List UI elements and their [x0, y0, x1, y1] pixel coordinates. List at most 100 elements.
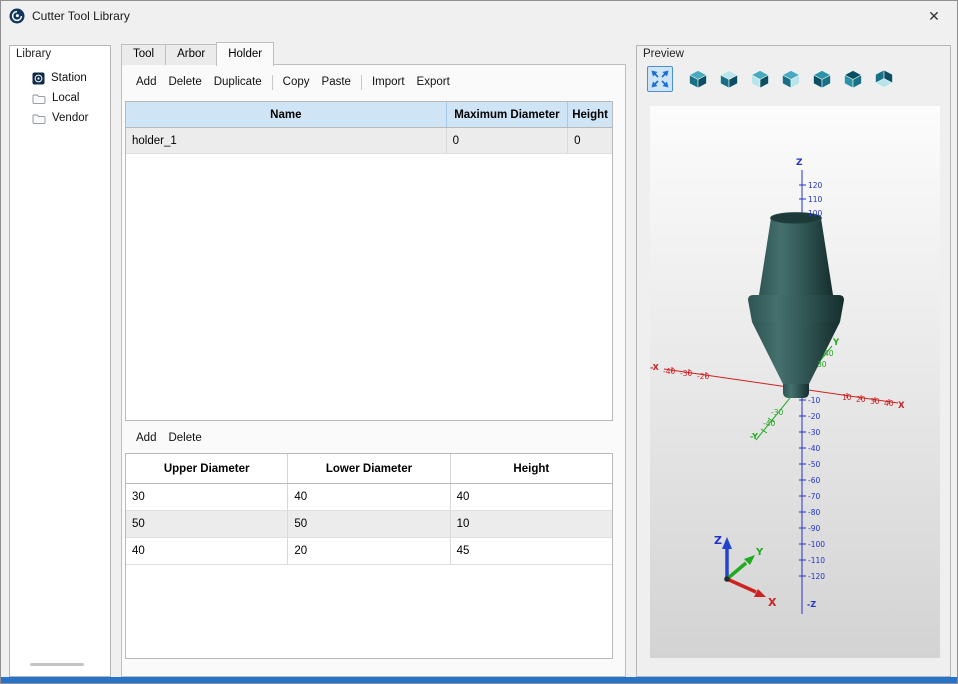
window-title: Cutter Tool Library	[32, 9, 130, 23]
view-left-icon	[811, 68, 833, 90]
column-header-height: Height	[451, 454, 612, 483]
view-right-icon	[780, 68, 802, 90]
preview-panel-label: Preview	[643, 48, 684, 60]
fit-view-button[interactable]	[647, 66, 673, 92]
close-button[interactable]: ✕	[919, 3, 949, 29]
import-button[interactable]: Import	[366, 73, 411, 91]
table-row[interactable]: 30 40 40	[126, 484, 612, 511]
svg-text:-30: -30	[808, 428, 820, 437]
library-panel-label: Library	[16, 48, 51, 60]
folder-icon	[32, 112, 46, 125]
table-cell: holder_1	[126, 128, 447, 153]
sidebar-item-label: Local	[52, 92, 80, 104]
tab-tool[interactable]: Tool	[121, 44, 166, 65]
segment-add-button[interactable]: Add	[130, 429, 162, 447]
paste-button[interactable]: Paste	[316, 73, 357, 91]
app-logo-icon	[9, 8, 25, 24]
triad-z-label: Z	[714, 534, 722, 547]
column-header-maximum-diameter: Maximum Diameter	[447, 102, 569, 127]
table-row[interactable]: 40 20 45	[126, 538, 612, 565]
neg-y-axis-label: -Y	[750, 432, 758, 441]
duplicate-button[interactable]: Duplicate	[208, 73, 268, 91]
segment-delete-button[interactable]: Delete	[162, 429, 207, 447]
svg-text:-60: -60	[808, 476, 820, 485]
delete-button[interactable]: Delete	[162, 73, 207, 91]
holder-table: Name Maximum Diameter Height holder_1 0 …	[125, 101, 613, 421]
neg-x-axis-label: -X	[650, 363, 660, 372]
svg-text:-30: -30	[680, 369, 692, 378]
svg-text:-40: -40	[663, 367, 675, 376]
preview-panel: Preview	[636, 45, 951, 677]
column-header-lower-diameter: Lower Diameter	[288, 454, 450, 483]
svg-text:-30: -30	[771, 408, 783, 417]
svg-text:-100: -100	[808, 540, 825, 549]
svg-text:40: 40	[884, 399, 894, 408]
holder-tab-pane: Add Delete Duplicate Copy Paste Import E…	[121, 64, 626, 677]
column-header-name: Name	[126, 102, 447, 127]
preview-3d-scene: Z -Z X -X Y -Y 120110100-10-20-30-40-50-…	[650, 106, 940, 658]
table-row[interactable]: 50 50 10	[126, 511, 612, 538]
view-front-button[interactable]	[747, 66, 773, 92]
svg-text:-120: -120	[808, 572, 825, 581]
svg-text:-80: -80	[808, 508, 820, 517]
export-button[interactable]: Export	[411, 73, 456, 91]
table-row[interactable]: holder_1 0 0	[126, 128, 612, 154]
sidebar-item-station[interactable]: Station	[10, 68, 110, 88]
tab-arbor[interactable]: Arbor	[165, 44, 217, 65]
background-window-strip	[1, 677, 957, 683]
column-header-upper-diameter: Upper Diameter	[126, 454, 288, 483]
table-cell: 0	[447, 128, 569, 153]
table-cell: 10	[451, 511, 612, 537]
add-button[interactable]: Add	[130, 73, 162, 91]
svg-text:-20: -20	[697, 372, 709, 381]
sidebar-item-vendor[interactable]: Vendor	[10, 108, 110, 128]
preview-toolbar	[647, 66, 897, 92]
sidebar-item-local[interactable]: Local	[10, 88, 110, 108]
view-front-icon	[749, 68, 771, 90]
view-left-button[interactable]	[809, 66, 835, 92]
table-cell: 0	[568, 128, 612, 153]
holder-toolbar: Add Delete Duplicate Copy Paste Import E…	[130, 73, 456, 91]
svg-text:-90: -90	[808, 524, 820, 533]
svg-text:20: 20	[856, 395, 866, 404]
view-top-icon	[718, 68, 740, 90]
station-logo-icon	[32, 72, 45, 85]
copy-button[interactable]: Copy	[277, 73, 316, 91]
cutter-tool-library-window: Cutter Tool Library ✕ Library Station Lo…	[0, 0, 958, 684]
svg-text:30: 30	[817, 360, 827, 369]
orientation-triad: Z Y X	[714, 534, 777, 609]
svg-text:-40: -40	[763, 419, 775, 428]
tabbar: Tool Arbor Holder	[121, 42, 273, 65]
fit-view-icon	[649, 68, 671, 90]
holder-table-header: Name Maximum Diameter Height	[126, 102, 612, 128]
view-bottom-button[interactable]	[871, 66, 897, 92]
svg-text:-20: -20	[808, 412, 820, 421]
toolbar-separator	[272, 75, 273, 90]
x-axis-label: X	[898, 401, 905, 411]
z-axis-label: Z	[796, 158, 803, 168]
view-right-button[interactable]	[778, 66, 804, 92]
tab-holder[interactable]: Holder	[216, 42, 274, 66]
view-back-button[interactable]	[840, 66, 866, 92]
segment-table-header: Upper Diameter Lower Diameter Height	[126, 454, 612, 484]
table-cell: 30	[126, 484, 288, 510]
table-cell: 45	[451, 538, 612, 564]
svg-text:100: 100	[808, 209, 823, 218]
view-iso-button[interactable]	[685, 66, 711, 92]
titlebar: Cutter Tool Library ✕	[1, 1, 957, 31]
svg-text:40: 40	[824, 349, 834, 358]
neg-z-axis-label: -Z	[807, 600, 816, 609]
segment-toolbar: Add Delete	[130, 429, 208, 447]
table-cell: 40	[451, 484, 612, 510]
preview-viewport[interactable]: Z -Z X -X Y -Y 120110100-10-20-30-40-50-…	[650, 106, 940, 658]
svg-text:-10: -10	[808, 396, 820, 405]
panel-resize-handle[interactable]	[30, 663, 84, 666]
triad-x-label: X	[768, 596, 777, 609]
view-back-icon	[842, 68, 864, 90]
table-cell: 50	[288, 511, 450, 537]
svg-text:-70: -70	[808, 492, 820, 501]
view-top-button[interactable]	[716, 66, 742, 92]
table-cell: 40	[288, 484, 450, 510]
triad-y-label: Y	[755, 547, 764, 558]
column-header-height: Height	[568, 102, 612, 127]
